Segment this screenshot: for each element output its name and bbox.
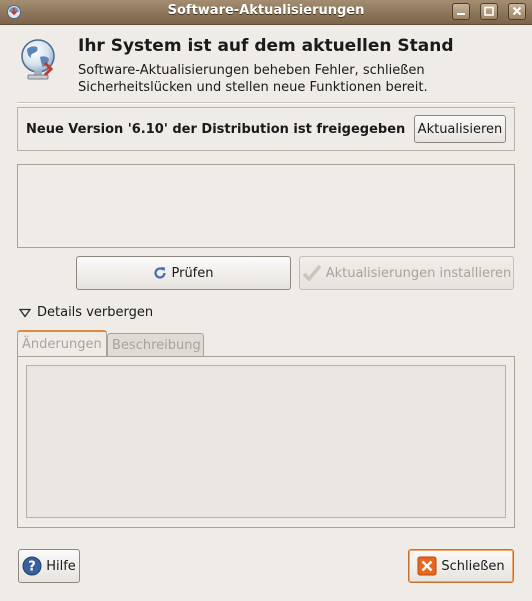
changes-text-view[interactable]: [26, 365, 506, 518]
refresh-icon: [154, 267, 167, 279]
status-description: Software-Aktualisierungen beheben Fehler…: [78, 62, 498, 96]
description-line-1: Software-Aktualisierungen beheben Fehler…: [78, 63, 425, 78]
minimize-icon: [457, 13, 465, 15]
close-icon: [512, 6, 522, 16]
tab-changes[interactable]: Änderungen: [17, 330, 107, 357]
update-manager-window: Software-Aktualisierungen Ihr System ist…: [0, 0, 532, 601]
details-tab-panel: [17, 356, 515, 528]
upgrade-button-label: Aktualisieren: [417, 121, 503, 137]
description-line-2: Sicherheitslücken und stellen neue Funkt…: [78, 80, 428, 95]
close-icon: [417, 556, 437, 576]
details-expander[interactable]: Details verbergen: [19, 305, 153, 320]
release-message: Neue Version '6.10' der Distribution ist…: [26, 122, 406, 137]
page-title: Ihr System ist auf dem aktuellen Stand: [78, 36, 454, 56]
globe-update-icon: [15, 37, 61, 83]
tab-changes-label: Änderungen: [22, 337, 102, 352]
release-upgrade-panel: Neue Version '6.10' der Distribution ist…: [17, 107, 515, 151]
checkmark-icon: [302, 264, 322, 282]
tab-description-label: Beschreibung: [112, 337, 201, 353]
close-button[interactable]: Schließen: [408, 549, 514, 583]
maximize-icon: [484, 6, 494, 16]
install-updates-button-label: Aktualisierungen installieren: [325, 265, 512, 281]
upgrade-button[interactable]: Aktualisieren: [414, 115, 506, 143]
separator: [17, 102, 515, 104]
help-button-label: Hilfe: [46, 558, 76, 574]
title-bar[interactable]: Software-Aktualisierungen: [0, 0, 532, 25]
updates-list[interactable]: [17, 164, 515, 248]
check-button[interactable]: Prüfen: [76, 256, 291, 290]
maximize-button[interactable]: [480, 3, 498, 20]
help-button[interactable]: ? Hilfe: [18, 549, 80, 583]
triangle-down-icon: [19, 308, 31, 318]
tab-description[interactable]: Beschreibung: [107, 333, 204, 356]
details-expander-label: Details verbergen: [37, 305, 154, 320]
install-updates-button[interactable]: Aktualisierungen installieren: [299, 256, 514, 290]
close-button-label: Schließen: [441, 558, 505, 574]
minimize-button[interactable]: [452, 3, 470, 20]
svg-text:?: ?: [28, 560, 36, 575]
check-button-label: Prüfen: [171, 265, 214, 281]
window-close-button[interactable]: [508, 3, 526, 20]
help-icon: ?: [22, 556, 42, 576]
